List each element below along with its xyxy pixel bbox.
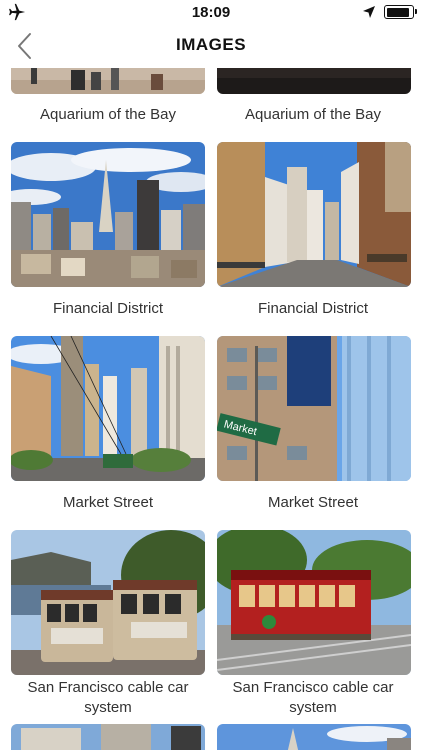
tile-caption: San Francisco cable car system bbox=[27, 679, 189, 716]
aquarium-photo bbox=[217, 68, 411, 94]
battery-icon bbox=[384, 5, 417, 19]
tile-caption: Aquarium of the Bay bbox=[245, 106, 381, 123]
financial-district-street-photo bbox=[217, 142, 411, 287]
image-tile-aquarium-2[interactable] bbox=[217, 68, 411, 94]
skyline-photo bbox=[217, 724, 411, 750]
image-tile-partial-1[interactable] bbox=[11, 724, 205, 750]
aquarium-photo bbox=[11, 68, 205, 94]
building-photo bbox=[11, 724, 205, 750]
status-bar: 18:09 bbox=[0, 0, 422, 24]
cable-car-photo bbox=[217, 530, 411, 675]
market-street-sign-photo: Market bbox=[217, 336, 411, 481]
status-time: 18:09 bbox=[191, 4, 231, 21]
tile-caption: Market Street bbox=[62, 494, 154, 511]
image-tile-financial-district-2[interactable] bbox=[217, 142, 411, 287]
tile-caption: Financial District bbox=[52, 300, 164, 317]
image-tile-market-street-1[interactable] bbox=[11, 336, 205, 481]
image-tile-market-street-2[interactable]: Market bbox=[217, 336, 411, 481]
location-arrow-icon bbox=[363, 6, 375, 18]
image-tile-partial-2[interactable] bbox=[217, 724, 411, 750]
navigation-bar: IMAGES bbox=[0, 24, 422, 68]
tile-caption: Financial District bbox=[257, 300, 369, 317]
image-tile-cable-car-1[interactable] bbox=[11, 530, 205, 675]
image-tile-cable-car-2[interactable] bbox=[217, 530, 411, 675]
image-tile-financial-district-1[interactable] bbox=[11, 142, 205, 287]
market-street-photo bbox=[11, 336, 205, 481]
financial-district-skyline-photo bbox=[11, 142, 205, 287]
tile-caption: Aquarium of the Bay bbox=[40, 106, 176, 123]
cable-car-photo bbox=[11, 530, 205, 675]
image-grid: Aquarium of the Bay Aquarium of the Bay bbox=[0, 68, 422, 750]
image-tile-aquarium-1[interactable] bbox=[11, 68, 205, 94]
page-title: IMAGES bbox=[175, 35, 247, 54]
tile-caption: Market Street bbox=[267, 494, 359, 511]
tile-caption: San Francisco cable car system bbox=[232, 679, 394, 716]
